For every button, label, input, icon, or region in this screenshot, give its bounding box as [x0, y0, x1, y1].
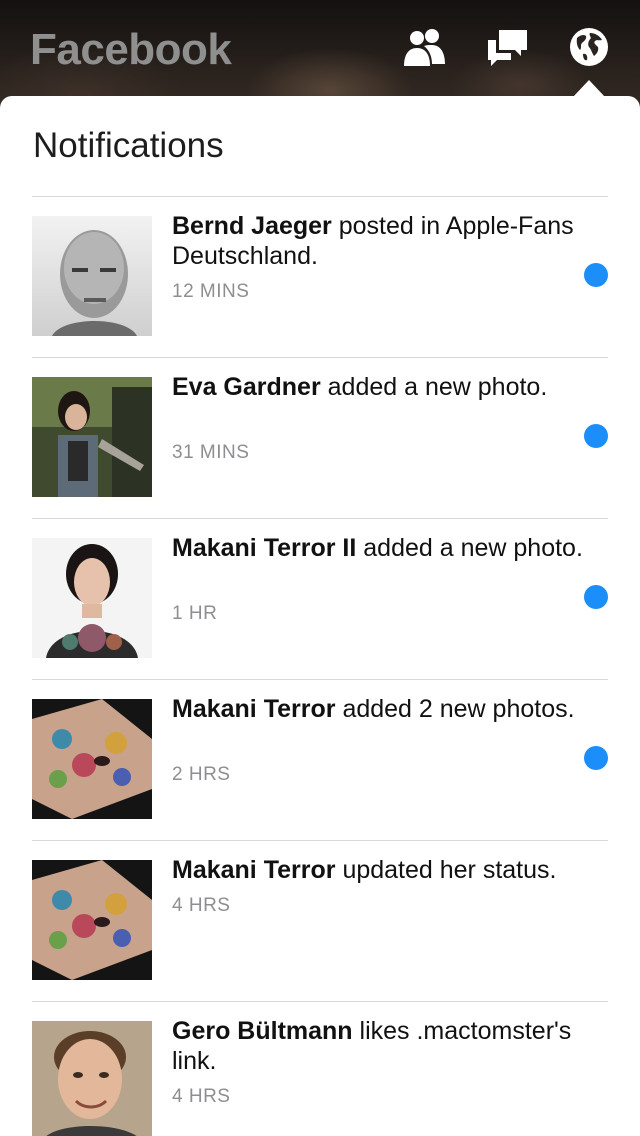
notification-action: added a new photo.: [363, 534, 583, 562]
notifications-list: Bernd Jaeger posted in Apple-Fans Deutsc…: [32, 196, 608, 1136]
popover-caret: [573, 80, 605, 97]
notification-actor: Makani Terror: [172, 856, 336, 884]
avatar: [32, 860, 152, 980]
notification-item[interactable]: Bernd Jaeger posted in Apple-Fans Deutsc…: [32, 196, 608, 357]
notification-actor: Makani Terror II: [172, 534, 357, 562]
notification-text: Makani Terror added 2 new photos.: [172, 694, 592, 724]
unread-indicator: [584, 746, 608, 770]
avatar: [32, 538, 152, 658]
avatar: [32, 377, 152, 497]
notification-item[interactable]: Makani Terror added 2 new photos. 2 HRS: [32, 679, 608, 840]
unread-indicator: [584, 424, 608, 448]
notification-text: Bernd Jaeger posted in Apple-Fans Deutsc…: [172, 211, 592, 271]
notification-item[interactable]: Gero Bültmann likes .mactomster's link. …: [32, 1001, 608, 1136]
avatar: [32, 1021, 152, 1136]
notification-item[interactable]: Makani Terror II added a new photo. 1 HR: [32, 518, 608, 679]
notification-time: 4 HRS: [172, 895, 231, 916]
avatar: [32, 699, 152, 819]
notification-text: Makani Terror updated her status.: [172, 855, 592, 885]
notification-action: updated her status.: [342, 856, 557, 884]
panel-title: Notifications: [33, 126, 224, 165]
notification-item[interactable]: Eva Gardner added a new photo. 31 MINS: [32, 357, 608, 518]
avatar: [32, 216, 152, 336]
notification-text: Gero Bültmann likes .mactomster's link.: [172, 1016, 592, 1076]
notification-time: 4 HRS: [172, 1086, 231, 1107]
notification-actor: Gero Bültmann: [172, 1017, 353, 1045]
notification-text: Eva Gardner added a new photo.: [172, 372, 592, 402]
messages-icon[interactable]: [485, 26, 531, 72]
notifications-globe-icon[interactable]: [568, 26, 610, 68]
notification-action: added a new photo.: [327, 373, 548, 401]
notification-time: 31 MINS: [172, 442, 250, 463]
unread-indicator: [584, 263, 608, 287]
notification-actor: Bernd Jaeger: [172, 212, 332, 240]
notification-time: 1 HR: [172, 603, 218, 624]
app-title: Facebook: [30, 25, 232, 74]
notification-actor: Eva Gardner: [172, 373, 321, 401]
notifications-panel: Notifications Bernd Jaeger posted in App…: [0, 96, 640, 1136]
friend-requests-icon[interactable]: [401, 26, 447, 72]
notification-time: 2 HRS: [172, 764, 231, 785]
notification-action: added 2 new photos.: [342, 695, 575, 723]
notification-time: 12 MINS: [172, 281, 250, 302]
unread-indicator: [584, 585, 608, 609]
notification-actor: Makani Terror: [172, 695, 336, 723]
notification-item[interactable]: Makani Terror updated her status. 4 HRS: [32, 840, 608, 1001]
notification-text: Makani Terror II added a new photo.: [172, 533, 592, 563]
